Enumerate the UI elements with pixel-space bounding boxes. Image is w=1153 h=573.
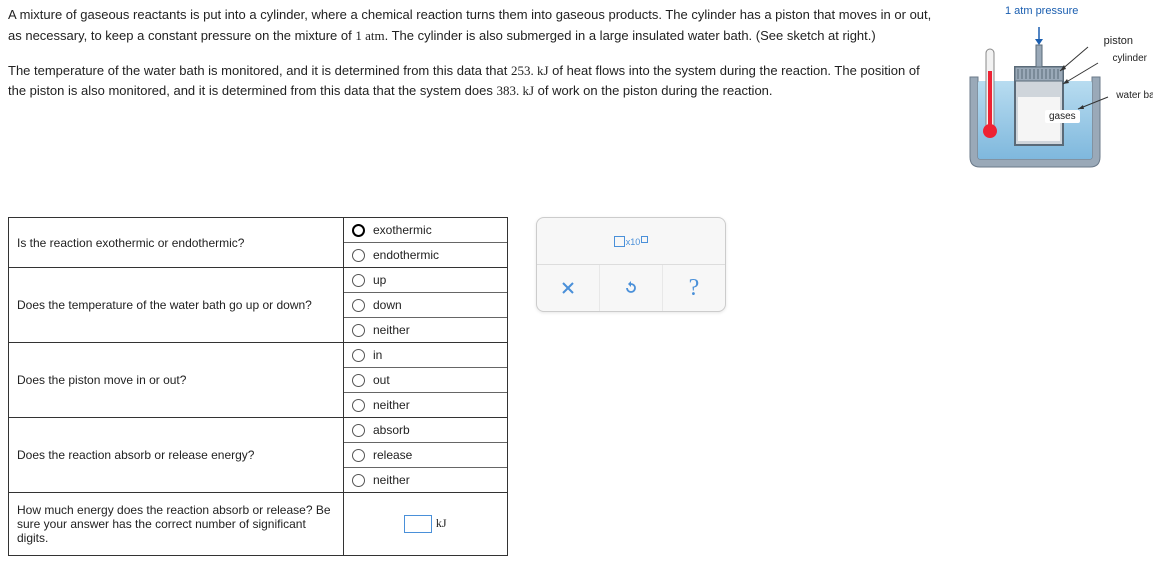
q2-option-neither[interactable]: neither (344, 318, 507, 342)
option-label: out (373, 373, 390, 387)
q5-text: How much energy does the reaction absorb… (9, 493, 344, 556)
para2-text-a: The temperature of the water bath is mon… (8, 63, 511, 78)
q2-option-down[interactable]: down (344, 293, 507, 318)
label-cylinder: cylinder (1113, 53, 1147, 64)
reset-button[interactable] (599, 265, 662, 311)
paragraph-2: The temperature of the water bath is mon… (8, 61, 940, 103)
q1-text: Is the reaction exothermic or endothermi… (9, 218, 344, 268)
undo-icon (623, 280, 639, 296)
label-waterbath: water bath (1116, 90, 1153, 101)
option-label: absorb (373, 423, 410, 437)
option-label: down (373, 298, 402, 312)
apparatus-svg (960, 9, 1110, 169)
label-gases: gases (1045, 110, 1080, 123)
q3-option-neither[interactable]: neither (344, 393, 507, 417)
option-label: release (373, 448, 412, 462)
option-label: neither (373, 398, 410, 412)
para2-math2: 383. kJ (496, 83, 534, 98)
paragraph-1: A mixture of gaseous reactants is put in… (8, 5, 940, 47)
answer-toolbar: x10 ? (536, 217, 726, 312)
clear-button[interactable] (537, 265, 599, 311)
q2-option-up[interactable]: up (344, 268, 507, 293)
x-icon (561, 281, 575, 295)
q2-text: Does the temperature of the water bath g… (9, 268, 344, 343)
radio-icon (352, 349, 365, 362)
radio-icon (352, 399, 365, 412)
q3-option-out[interactable]: out (344, 368, 507, 393)
energy-unit: kJ (436, 516, 447, 530)
radio-icon (352, 224, 365, 237)
option-label: in (373, 348, 382, 362)
q3-text: Does the piston move in or out? (9, 343, 344, 418)
help-button[interactable]: ? (662, 265, 725, 311)
radio-icon (352, 274, 365, 287)
para1-text-b: . The cylinder is also submerged in a la… (385, 28, 876, 43)
radio-icon (352, 324, 365, 337)
q4-option-absorb[interactable]: absorb (344, 418, 507, 443)
energy-input[interactable] (404, 515, 432, 533)
sci-notation-icon: x10 (614, 236, 649, 247)
question-icon: ? (689, 275, 700, 302)
radio-icon (352, 449, 365, 462)
radio-icon (352, 249, 365, 262)
scientific-notation-button[interactable]: x10 (537, 218, 725, 264)
radio-icon (352, 374, 365, 387)
q1-option-endothermic[interactable]: endothermic (344, 243, 507, 267)
option-label: neither (373, 473, 410, 487)
para2-text-c: of work on the piston during the reactio… (534, 83, 772, 98)
label-piston: piston (1104, 35, 1133, 47)
option-label: endothermic (373, 248, 439, 262)
q4-option-neither[interactable]: neither (344, 468, 507, 492)
q3-option-in[interactable]: in (344, 343, 507, 368)
label-pressure: 1 atm pressure (1005, 5, 1078, 17)
option-label: exothermic (373, 223, 432, 237)
option-label: neither (373, 323, 410, 337)
radio-icon (352, 474, 365, 487)
para2-math1: 253. kJ (511, 63, 549, 78)
para1-math1: 1 atm (355, 28, 384, 43)
q4-option-release[interactable]: release (344, 443, 507, 468)
question-table: Is the reaction exothermic or endothermi… (8, 217, 508, 556)
radio-icon (352, 299, 365, 312)
option-label: up (373, 273, 386, 287)
radio-icon (352, 424, 365, 437)
apparatus-diagram: 1 atm pressure piston cylinder water bat… (960, 5, 1145, 172)
q1-option-exothermic[interactable]: exothermic (344, 218, 507, 243)
q4-text: Does the reaction absorb or release ener… (9, 418, 344, 493)
